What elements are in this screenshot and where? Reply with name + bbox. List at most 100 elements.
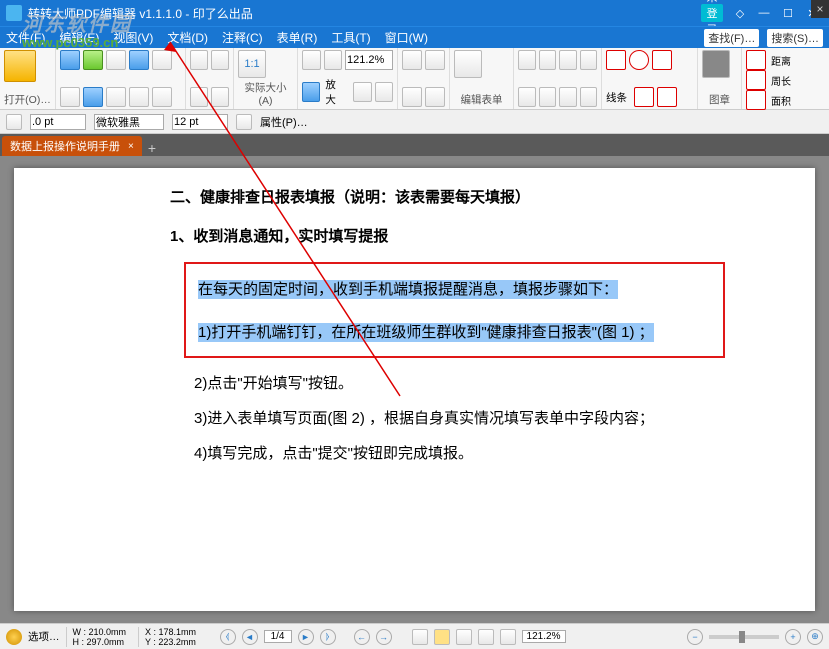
menubar: 文件(F) 编辑(E) 视图(V) 文档(D) 注释(C) 表单(R) 工具(T…	[0, 26, 829, 48]
options-label[interactable]: 选项…	[28, 629, 60, 644]
tool-icon[interactable]	[425, 50, 445, 70]
tool-icon[interactable]	[211, 87, 229, 107]
doc-subheading: 1、收到消息通知，实时填写提报	[170, 225, 765, 246]
tool-icon[interactable]	[6, 114, 22, 130]
tool-icon[interactable]	[106, 50, 126, 70]
stroke-input[interactable]	[30, 114, 86, 130]
document-tabs: 数据上报操作说明手册 × + ×	[0, 134, 829, 156]
open-icon[interactable]	[4, 50, 36, 82]
document-viewport[interactable]: 二、健康排查日报表填报（说明：该表需要每天填报） 1、收到消息通知，实时填写提报…	[0, 156, 829, 623]
tool-icon[interactable]	[236, 114, 252, 130]
view-mode-icon[interactable]	[434, 629, 450, 645]
tool-icon[interactable]	[580, 50, 598, 70]
stamp-label: 图章	[702, 92, 737, 107]
doc-heading: 二、健康排查日报表填报（说明：该表需要每天填报）	[170, 186, 765, 207]
view-mode-icon[interactable]	[500, 629, 516, 645]
menu-form[interactable]: 表单(R)	[277, 29, 318, 46]
tool-icon[interactable]	[425, 87, 445, 107]
actual-size-icon[interactable]: 1:1	[238, 50, 266, 78]
tool-icon[interactable]	[190, 50, 208, 70]
search-button[interactable]: 搜索(S)…	[767, 29, 823, 47]
tool-icon[interactable]	[83, 87, 103, 107]
selected-text[interactable]: 1)打开手机端钉钉，在所在班级师生群收到"健康排查日报表"(图 1) ；	[198, 323, 654, 342]
menu-edit[interactable]: 编辑(E)	[59, 29, 99, 46]
edit-form-icon[interactable]	[454, 50, 482, 78]
tool-icon[interactable]	[129, 87, 149, 107]
tool-icon[interactable]	[190, 87, 208, 107]
tool-icon[interactable]	[129, 50, 149, 70]
minimize-button[interactable]: —	[753, 4, 775, 22]
stamp-icon[interactable]	[702, 50, 730, 78]
tool-icon[interactable]	[375, 82, 393, 102]
last-page-button[interactable]: ⦊	[320, 629, 336, 645]
tool-icon[interactable]	[539, 50, 557, 70]
measure-icon[interactable]	[746, 50, 766, 70]
wifi-icon[interactable]: ◇	[729, 4, 751, 22]
login-badge[interactable]: 未登录	[701, 4, 723, 22]
tool-icon[interactable]	[402, 50, 422, 70]
tool-icon[interactable]	[518, 50, 536, 70]
menu-document[interactable]: 文档(D)	[167, 29, 208, 46]
tool-icon[interactable]	[580, 87, 598, 107]
perimeter-icon[interactable]	[746, 70, 766, 90]
tool-icon[interactable]	[106, 87, 126, 107]
size-input[interactable]	[172, 114, 228, 130]
maximize-button[interactable]: ☐	[777, 4, 799, 22]
tool-icon[interactable]	[353, 82, 371, 102]
tool-icon[interactable]	[211, 50, 229, 70]
view-mode-icon[interactable]	[412, 629, 428, 645]
app-logo	[6, 5, 22, 21]
font-input[interactable]	[94, 114, 164, 130]
fit-button[interactable]: ⊕	[807, 629, 823, 645]
panel-close-icon[interactable]: ×	[811, 0, 829, 18]
tool-icon[interactable]	[83, 50, 103, 70]
tool-icon[interactable]	[402, 87, 422, 107]
tool-icon[interactable]	[60, 87, 80, 107]
zoom-out-button[interactable]: −	[687, 629, 703, 645]
selected-text[interactable]: 在每天的固定时间，收到手机端填报提醒消息，填报步骤如下：	[198, 280, 618, 299]
tool-icon[interactable]	[152, 50, 172, 70]
properties-label[interactable]: 属性(P)…	[260, 114, 308, 130]
view-mode-icon[interactable]	[456, 629, 472, 645]
menu-comment[interactable]: 注释(C)	[222, 29, 263, 46]
tool-icon[interactable]	[559, 87, 577, 107]
tool-icon[interactable]	[324, 50, 343, 70]
prev-page-button[interactable]: ◄	[242, 629, 258, 645]
forward-button[interactable]: →	[376, 629, 392, 645]
menu-tools[interactable]: 工具(T)	[331, 29, 370, 46]
menu-view[interactable]: 视图(V)	[113, 29, 153, 46]
zoom-in-button[interactable]: +	[785, 629, 801, 645]
page-size-info: W : 210.0mmH : 297.0mm	[66, 627, 133, 647]
tool-icon[interactable]	[152, 87, 172, 107]
window-title: 转转大师PDF编辑器 v1.1.1.0 - 印了么出品	[28, 5, 701, 22]
tool-icon[interactable]	[559, 50, 577, 70]
document-tab[interactable]: 数据上报操作说明手册 ×	[2, 136, 142, 156]
zoom-slider[interactable]	[709, 635, 779, 639]
poly-shape-icon[interactable]	[634, 87, 654, 107]
tool-icon[interactable]	[302, 50, 321, 70]
zoom-in-icon[interactable]	[302, 82, 320, 102]
circle-shape-icon[interactable]	[629, 50, 649, 70]
menu-file[interactable]: 文件(F)	[6, 29, 45, 46]
zoom-input[interactable]	[345, 50, 393, 70]
next-page-button[interactable]: ►	[298, 629, 314, 645]
view-mode-icon[interactable]	[478, 629, 494, 645]
tool-icon[interactable]	[60, 50, 80, 70]
options-icon[interactable]	[6, 629, 22, 645]
tab-close-icon[interactable]: ×	[128, 141, 134, 152]
back-button[interactable]: ←	[354, 629, 370, 645]
tool-icon[interactable]	[518, 87, 536, 107]
cloud-shape-icon[interactable]	[657, 87, 677, 107]
first-page-button[interactable]: ⦉	[220, 629, 236, 645]
rect-shape-icon[interactable]	[652, 50, 672, 70]
zoom-input[interactable]	[522, 630, 566, 643]
find-button[interactable]: 查找(F)…	[704, 29, 759, 47]
actual-size-label: 实际大小(A)	[238, 80, 293, 107]
tool-icon[interactable]	[539, 87, 557, 107]
area-icon[interactable]	[746, 90, 766, 110]
page-input[interactable]	[264, 630, 292, 643]
highlight-rectangle: 在每天的固定时间，收到手机端填报提醒消息，填报步骤如下： 1)打开手机端钉钉，在…	[184, 262, 725, 358]
line-shape-icon[interactable]	[606, 50, 626, 70]
new-tab-button[interactable]: +	[142, 140, 162, 156]
menu-window[interactable]: 窗口(W)	[385, 29, 428, 46]
